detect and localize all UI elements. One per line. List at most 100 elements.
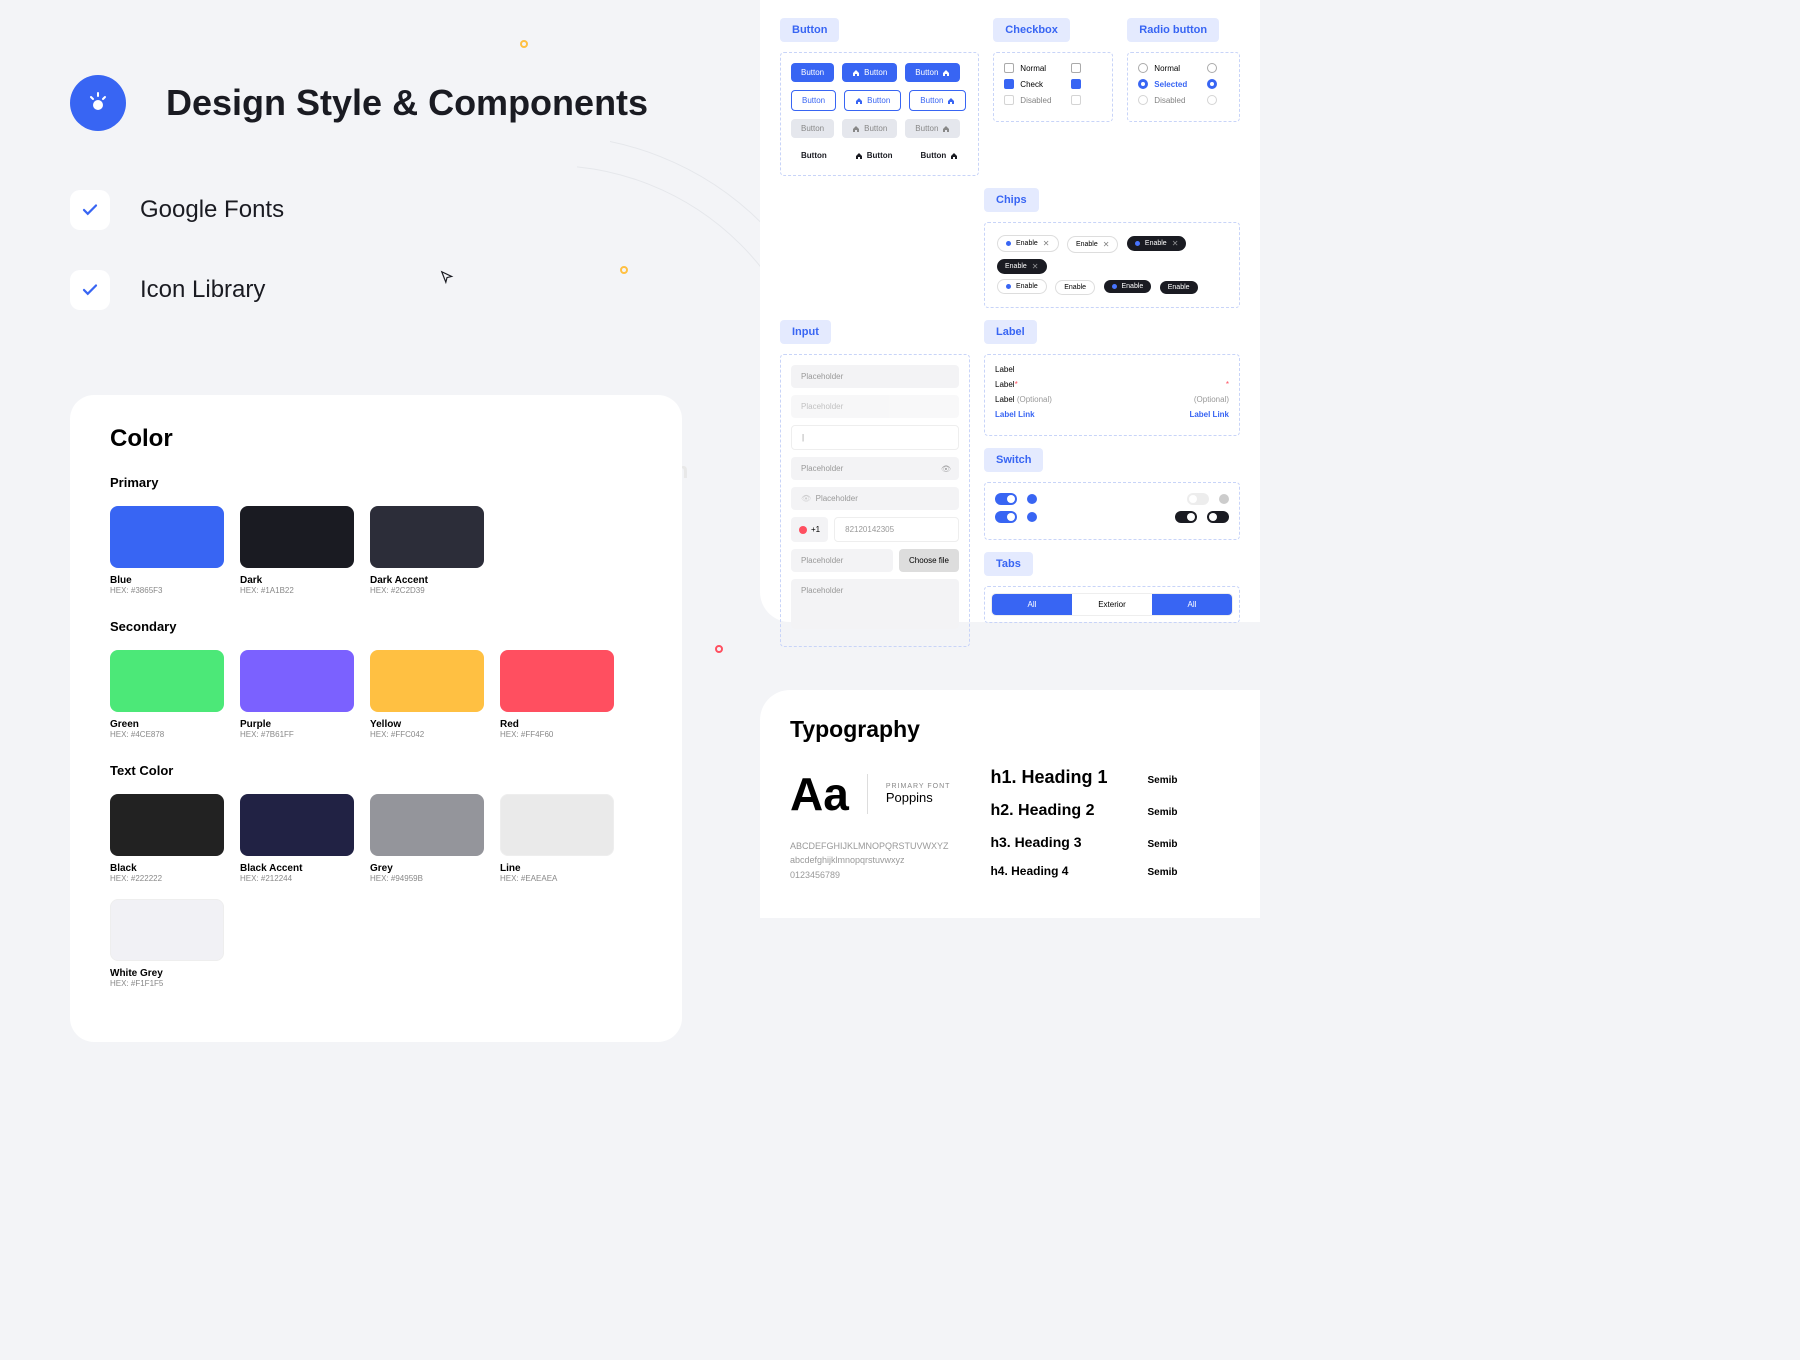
label-link[interactable]: Label Link bbox=[1189, 410, 1229, 419]
input-group: Placeholder Placeholder | Placeholder👁 👁… bbox=[780, 354, 970, 647]
flag-icon bbox=[799, 526, 807, 534]
section-tag-chips: Chips bbox=[984, 188, 1039, 212]
close-icon[interactable]: ✕ bbox=[1172, 239, 1179, 248]
switch-dark-on[interactable] bbox=[1175, 511, 1197, 523]
input-placeholder[interactable]: Placeholder bbox=[791, 365, 959, 388]
radio-normal-bare[interactable] bbox=[1207, 63, 1217, 73]
button-text[interactable]: Button bbox=[791, 146, 837, 165]
eye-icon[interactable]: 👁 bbox=[941, 464, 951, 473]
phone-code[interactable]: +1 bbox=[791, 517, 828, 542]
swatch-hex: HEX: #2C2D39 bbox=[370, 586, 484, 595]
chip-label: Enable bbox=[1122, 283, 1144, 290]
chips-group: Enable✕ Enable✕ Enable✕ Enable✕ Enable E… bbox=[984, 222, 1240, 308]
divider bbox=[867, 774, 868, 814]
swatch-item: Dark AccentHEX: #2C2D39 bbox=[370, 506, 484, 595]
chip-dark[interactable]: Enable✕ bbox=[997, 259, 1047, 274]
checkbox-group: Normal Check Disabled bbox=[993, 52, 1113, 122]
label-group: Label Label** Label (Optional)(Optional)… bbox=[984, 354, 1240, 436]
heading-sample: h4. Heading 4 bbox=[990, 864, 1068, 878]
swatch-name: Dark Accent bbox=[370, 575, 484, 586]
switch-dark-off[interactable] bbox=[1207, 511, 1229, 523]
components-panel: Button Button Button Button Button Butto… bbox=[760, 0, 1260, 622]
swatch-hex: HEX: #FF4F60 bbox=[500, 730, 614, 739]
swatch-item: YellowHEX: #FFC042 bbox=[370, 650, 484, 739]
heading-weight: Semib bbox=[1147, 807, 1177, 818]
button-disabled-icon-right[interactable]: Button bbox=[905, 119, 960, 138]
feature-label: Icon Library bbox=[140, 276, 265, 304]
heading-sample: h1. Heading 1 bbox=[990, 767, 1107, 788]
button-outline-icon[interactable]: Button bbox=[844, 90, 901, 111]
checkbox-checked-bare[interactable] bbox=[1071, 79, 1081, 89]
swatch-item: DarkHEX: #1A1B22 bbox=[240, 506, 354, 595]
checkbox-normal-bare[interactable] bbox=[1071, 63, 1081, 73]
swatch-name: Grey bbox=[370, 863, 484, 874]
radio-selected-bare[interactable] bbox=[1207, 79, 1217, 89]
button-outline[interactable]: Button bbox=[791, 90, 836, 111]
home-icon bbox=[855, 152, 863, 160]
close-icon[interactable]: ✕ bbox=[1103, 240, 1110, 249]
tab-all[interactable]: All bbox=[992, 594, 1072, 615]
swatch-item: BlueHEX: #3865F3 bbox=[110, 506, 224, 595]
decorative-dot bbox=[520, 40, 528, 48]
chip-dark[interactable]: Enable✕ bbox=[1127, 236, 1187, 251]
checkbox-icon bbox=[1071, 79, 1081, 89]
swatch-item: LineHEX: #EAEAEA bbox=[500, 794, 614, 883]
chip[interactable]: Enable bbox=[997, 279, 1047, 294]
chip-dark[interactable]: Enable bbox=[1104, 280, 1152, 293]
swatch-name: Green bbox=[110, 719, 224, 730]
radio-normal[interactable]: Normal bbox=[1138, 63, 1187, 73]
checkbox-normal[interactable]: Normal bbox=[1004, 63, 1051, 73]
radio-disabled-bare bbox=[1207, 95, 1217, 105]
feature-label: Google Fonts bbox=[140, 196, 284, 224]
swatch-item: RedHEX: #FF4F60 bbox=[500, 650, 614, 739]
placeholder-text: Placeholder bbox=[816, 494, 858, 503]
choose-file-button[interactable]: Choose file bbox=[899, 549, 959, 572]
radio-icon bbox=[1138, 79, 1148, 89]
close-icon[interactable]: ✕ bbox=[1043, 239, 1050, 248]
button-text-icon-right[interactable]: Button bbox=[911, 146, 969, 165]
label-text: Label bbox=[995, 365, 1015, 374]
swatch-row: BlueHEX: #3865F3DarkHEX: #1A1B22Dark Acc… bbox=[110, 506, 642, 595]
chip[interactable]: Enable✕ bbox=[997, 235, 1059, 252]
input-placeholder[interactable]: Placeholder bbox=[791, 395, 959, 418]
switch-on[interactable] bbox=[995, 493, 1017, 505]
label-link[interactable]: Label Link bbox=[995, 410, 1035, 419]
radio-disabled: Disabled bbox=[1138, 95, 1187, 105]
lightbulb-icon bbox=[70, 75, 126, 131]
button-disabled-icon[interactable]: Button bbox=[842, 119, 897, 138]
switch-group bbox=[984, 482, 1240, 540]
color-swatch bbox=[370, 794, 484, 856]
heading-row: h2. Heading 2Semib bbox=[990, 802, 1177, 834]
section-title: Text Color bbox=[110, 763, 642, 778]
heading-sample: h3. Heading 3 bbox=[990, 834, 1081, 850]
checkbox-icon bbox=[1004, 79, 1014, 89]
phone-input[interactable]: 82120142305 bbox=[834, 517, 959, 542]
chip[interactable]: Enable bbox=[1055, 280, 1095, 295]
button-primary-icon-right[interactable]: Button bbox=[905, 63, 960, 82]
chip-dark[interactable]: Enable bbox=[1160, 281, 1198, 294]
input-active[interactable]: | bbox=[791, 425, 959, 450]
button-outline-icon-right[interactable]: Button bbox=[909, 90, 966, 111]
switch-off[interactable] bbox=[1187, 493, 1209, 505]
swatch-name: Blue bbox=[110, 575, 224, 586]
color-swatch bbox=[110, 899, 224, 961]
button-text-icon[interactable]: Button bbox=[845, 146, 903, 165]
textarea[interactable]: Placeholder bbox=[791, 579, 959, 629]
tab-exterior[interactable]: Exterior bbox=[1072, 594, 1152, 615]
tab-all-2[interactable]: All bbox=[1152, 594, 1232, 615]
color-swatch bbox=[370, 506, 484, 568]
button-disabled[interactable]: Button bbox=[791, 119, 834, 138]
input-password[interactable]: Placeholder bbox=[791, 457, 959, 480]
font-name: Poppins bbox=[886, 790, 951, 805]
color-swatch bbox=[240, 794, 354, 856]
input-with-eye[interactable]: 👁 Placeholder bbox=[791, 487, 959, 510]
button-primary-icon[interactable]: Button bbox=[842, 63, 897, 82]
file-input[interactable]: Placeholder bbox=[791, 549, 893, 572]
checkbox-checked[interactable]: Check bbox=[1004, 79, 1051, 89]
chip[interactable]: Enable✕ bbox=[1067, 236, 1119, 253]
close-icon[interactable]: ✕ bbox=[1032, 262, 1039, 271]
radio-selected[interactable]: Selected bbox=[1138, 79, 1187, 89]
button-primary[interactable]: Button bbox=[791, 63, 834, 82]
switch-on[interactable] bbox=[995, 511, 1017, 523]
required-mark: * bbox=[1226, 380, 1229, 389]
